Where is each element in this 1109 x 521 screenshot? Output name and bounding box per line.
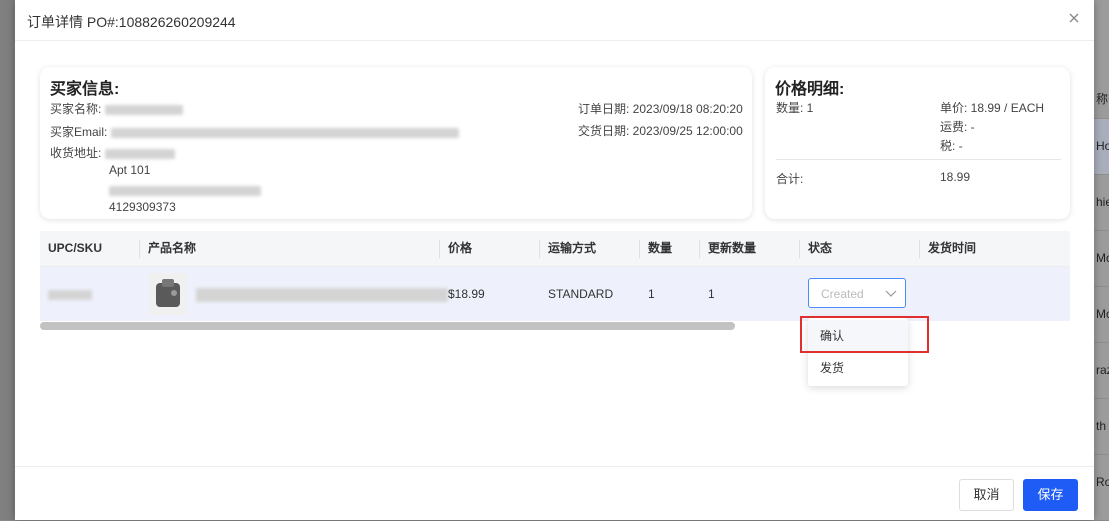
status-option-ship[interactable]: 发货: [808, 352, 908, 384]
shipping-method-cell: STANDARD: [548, 287, 614, 301]
th-qty: 数量: [648, 241, 673, 255]
modal-header: 订单详情 PO#:108826260209244: [15, 0, 1094, 41]
buyer-email-label: 买家Email:: [50, 125, 108, 139]
column-separator: [919, 240, 920, 258]
bg-row: Ro: [1094, 454, 1109, 511]
buyer-address-label: 收货地址:: [50, 146, 102, 160]
chevron-down-icon: [885, 288, 897, 302]
th-shipping-method: 运输方式: [548, 241, 597, 255]
save-button[interactable]: 保存: [1023, 479, 1078, 511]
th-ship-time: 发货时间: [928, 241, 977, 255]
qty-cell: 1: [648, 287, 655, 301]
th-product-name: 产品名称: [148, 241, 197, 255]
divider: [776, 159, 1061, 160]
price-detail-card: 价格明细: 数量: 1 单价: 18.99 / EACH 运费: - 税: - …: [765, 67, 1070, 219]
upc-cell: [48, 267, 92, 321]
bg-row: Hor: [1094, 118, 1109, 175]
delivery-date: 交货日期: 2023/09/25 12:00:00: [578, 124, 743, 138]
cancel-button[interactable]: 取消: [959, 479, 1014, 511]
price-unit: 单价: 18.99 / EACH: [940, 101, 1045, 115]
bg-row: th I: [1094, 398, 1109, 455]
bg-row: Mc: [1094, 286, 1109, 343]
buyer-phone: 4129309373: [109, 200, 176, 214]
buyer-name-row: 买家名称:: [50, 100, 183, 117]
buyer-address-row: 收货地址:: [50, 144, 175, 161]
price-total-label: 合计:: [776, 172, 804, 186]
price-qty: 数量: 1: [776, 101, 814, 115]
product-name-cell: [196, 267, 448, 321]
bg-row: raz: [1094, 342, 1109, 399]
product-thumbnail: [148, 273, 188, 315]
modal-title: 订单详情 PO#:108826260209244: [27, 14, 236, 30]
bg-row: Mor: [1094, 230, 1109, 287]
buyer-address-line3: [109, 183, 261, 197]
price-shipping: 运费: -: [940, 120, 975, 134]
bg-fragment: 称: [1096, 92, 1109, 106]
update-qty-cell: 1: [708, 287, 715, 301]
column-separator: [699, 240, 700, 258]
buyer-info-card: 买家信息: 买家名称: 买家Email: 收货地址: Apt 101 41293…: [40, 67, 752, 219]
redacted-text: [109, 185, 261, 196]
bg-row: hie: [1094, 174, 1109, 231]
column-separator: [139, 240, 140, 258]
th-status: 状态: [808, 241, 833, 255]
background-page-edge: 称 Hor hie Mor Mc raz th I Ro: [1094, 0, 1109, 520]
close-icon[interactable]: [1064, 8, 1084, 28]
redacted-text: [196, 287, 448, 302]
buyer-address-line2: Apt 101: [109, 163, 151, 177]
horizontal-scrollbar[interactable]: [40, 322, 735, 330]
order-detail-modal: 订单详情 PO#:108826260209244 买家信息: 买家名称: 买家E…: [15, 0, 1094, 520]
column-separator: [439, 240, 440, 258]
modal-footer: 取消 保存: [15, 466, 1094, 521]
buyer-info-title: 买家信息:: [50, 81, 120, 98]
th-price: 价格: [448, 241, 473, 255]
status-select-value: Created: [821, 287, 864, 301]
status-select[interactable]: Created: [808, 278, 906, 308]
buyer-name-label: 买家名称:: [50, 102, 102, 116]
redacted-text: [104, 148, 175, 159]
redacted-text: [48, 289, 92, 300]
column-separator: [639, 240, 640, 258]
order-date: 订单日期: 2023/09/18 08:20:20: [578, 102, 743, 116]
redacted-text: [104, 104, 183, 115]
th-update-qty: 更新数量: [708, 241, 757, 255]
table-header: UPC/SKU 产品名称 价格 运输方式 数量 更新数量 状态 发货时间: [40, 231, 1070, 267]
table-row: $18.99 STANDARD 1 1: [40, 267, 1070, 321]
highlight-box: [800, 316, 929, 353]
redacted-text: [110, 127, 459, 138]
price-total-value: 18.99: [940, 170, 971, 184]
price-detail-title: 价格明细:: [775, 81, 845, 98]
th-upc: UPC/SKU: [48, 241, 103, 255]
price-cell: $18.99: [448, 287, 485, 301]
price-tax: 税: -: [940, 139, 963, 153]
buyer-email-row: 买家Email:: [50, 123, 459, 140]
column-separator: [539, 240, 540, 258]
column-separator: [799, 240, 800, 258]
